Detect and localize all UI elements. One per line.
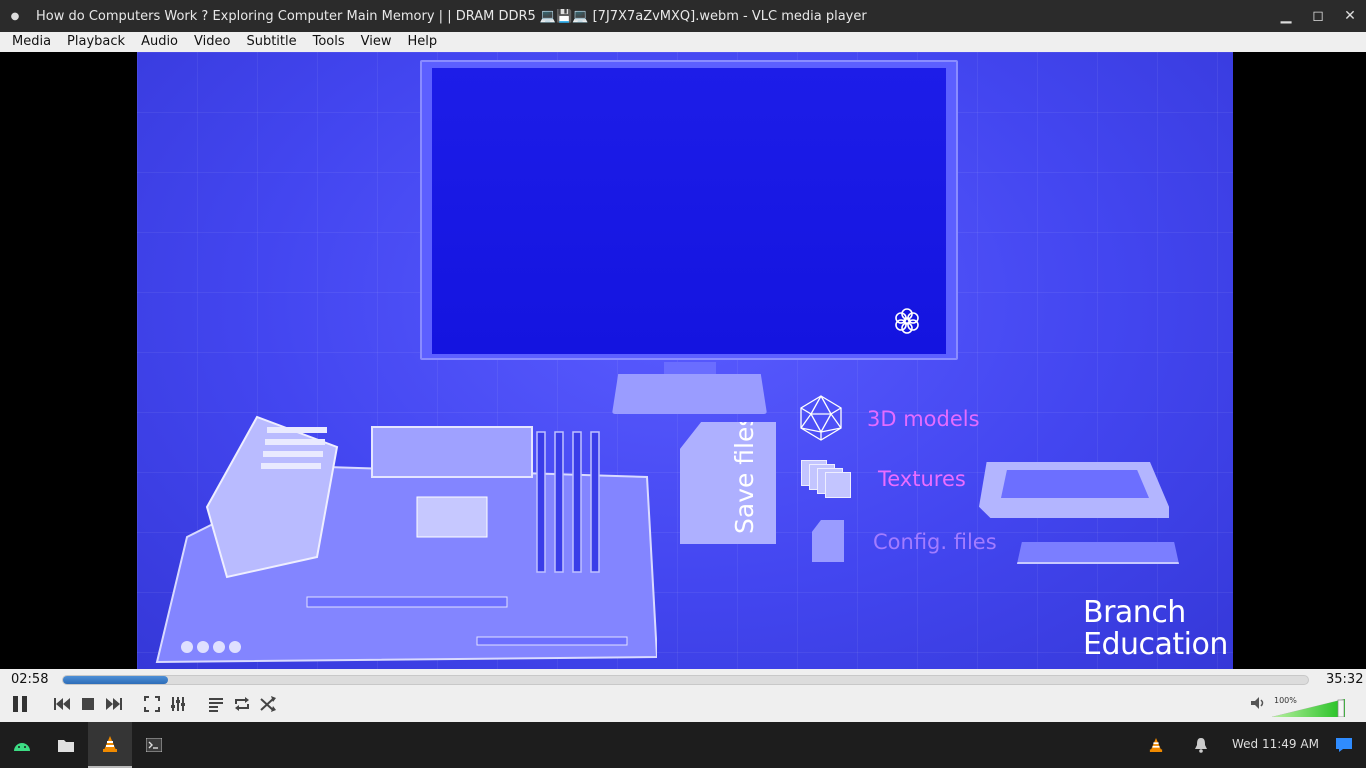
title-bar: ● How do Computers Work ? Exploring Comp… bbox=[0, 0, 1366, 32]
tray-vlc[interactable] bbox=[1134, 722, 1178, 768]
total-time: 35:32 bbox=[1326, 672, 1364, 687]
video-frame: Save files 3D models Textures Config. fi… bbox=[137, 52, 1233, 669]
menu-audio[interactable]: Audio bbox=[133, 32, 186, 52]
maximize-icon: ◻ bbox=[1312, 8, 1324, 24]
menu-playback[interactable]: Playback bbox=[59, 32, 133, 52]
nvme-illustration bbox=[1017, 542, 1179, 564]
tray-notifications[interactable] bbox=[1179, 722, 1223, 768]
branch-education-logo: Branch Education bbox=[1083, 597, 1228, 661]
playlist-button[interactable] bbox=[203, 691, 229, 717]
terminal-icon bbox=[146, 738, 162, 752]
stop-icon bbox=[82, 698, 94, 710]
logo-line-2: Education bbox=[1083, 627, 1228, 662]
taskbar-vlc-app[interactable] bbox=[88, 722, 132, 768]
playlist-icon bbox=[209, 698, 223, 712]
window-title: How do Computers Work ? Exploring Comput… bbox=[36, 8, 867, 24]
minimize-button[interactable]: ▁ bbox=[1270, 0, 1302, 32]
taskbar-terminal-app[interactable] bbox=[132, 722, 176, 768]
loop-button[interactable] bbox=[229, 691, 255, 717]
fullscreen-icon bbox=[144, 696, 160, 712]
window-dot-icon: ● bbox=[10, 10, 20, 22]
ssd-label-area bbox=[1001, 470, 1149, 498]
volume-percent: 100% bbox=[1274, 696, 1297, 705]
monitor-screen bbox=[432, 68, 946, 354]
taskbar-clock[interactable]: Wed 11:49 AM bbox=[1232, 737, 1319, 751]
menu-media[interactable]: Media bbox=[4, 32, 59, 52]
menu-view[interactable]: View bbox=[353, 32, 400, 52]
chat-icon bbox=[1336, 738, 1352, 752]
flower-icon bbox=[895, 308, 919, 334]
speaker-icon bbox=[1251, 697, 1264, 709]
minimize-icon: ▁ bbox=[1280, 8, 1292, 24]
seek-bar[interactable] bbox=[62, 675, 1309, 685]
fullscreen-button[interactable] bbox=[139, 691, 165, 717]
save-files-label: Save files bbox=[730, 413, 759, 534]
textures-icon bbox=[801, 460, 851, 500]
maximize-button[interactable]: ◻ bbox=[1302, 0, 1334, 32]
taskbar-files-app[interactable] bbox=[44, 722, 88, 768]
3d-models-label: 3D models bbox=[867, 407, 980, 431]
taskbar: Wed 11:49 AM bbox=[0, 722, 1366, 768]
player-controls: 02:58 35:32 100% bbox=[0, 669, 1366, 722]
menu-video[interactable]: Video bbox=[186, 32, 238, 52]
menu-bar: Media Playback Audio Video Subtitle Tool… bbox=[0, 32, 1366, 52]
close-button[interactable]: ✕ bbox=[1334, 0, 1366, 32]
monitor-illustration bbox=[420, 60, 958, 360]
loop-icon bbox=[235, 697, 249, 711]
vlc-cone-icon bbox=[1149, 738, 1163, 752]
texture-tile bbox=[825, 472, 851, 498]
extended-settings-button[interactable] bbox=[165, 691, 191, 717]
close-icon: ✕ bbox=[1344, 8, 1356, 24]
config-files-label: Config. files bbox=[873, 530, 997, 554]
menu-help[interactable]: Help bbox=[400, 32, 446, 52]
next-button[interactable] bbox=[101, 691, 127, 717]
menu-subtitle[interactable]: Subtitle bbox=[238, 32, 304, 52]
folder-icon bbox=[58, 740, 74, 752]
video-area[interactable]: Save files 3D models Textures Config. fi… bbox=[0, 52, 1366, 669]
logo-line-1: Branch bbox=[1083, 595, 1186, 630]
previous-icon bbox=[54, 698, 70, 710]
3d-model-icon bbox=[800, 395, 842, 441]
pause-icon bbox=[13, 696, 27, 712]
tray-show-desktop[interactable] bbox=[1322, 722, 1366, 768]
taskbar-android-app[interactable] bbox=[0, 722, 44, 768]
elapsed-time: 02:58 bbox=[11, 672, 49, 687]
bell-icon bbox=[1195, 738, 1207, 753]
shuffle-button[interactable] bbox=[255, 691, 281, 717]
equalizer-icon bbox=[171, 697, 185, 711]
seek-progress bbox=[63, 676, 168, 684]
ssd-illustration bbox=[979, 462, 1169, 518]
next-icon bbox=[106, 698, 122, 710]
mute-button[interactable] bbox=[1250, 695, 1266, 715]
config-file-icon bbox=[812, 520, 844, 562]
android-icon bbox=[14, 743, 30, 751]
stop-button[interactable] bbox=[75, 691, 101, 717]
pause-button[interactable] bbox=[5, 689, 35, 719]
vlc-cone-icon bbox=[103, 736, 117, 752]
previous-button[interactable] bbox=[49, 691, 75, 717]
save-files-icon: Save files bbox=[680, 422, 776, 544]
menu-tools[interactable]: Tools bbox=[305, 32, 353, 52]
textures-label: Textures bbox=[878, 467, 966, 491]
motherboard-illustration bbox=[155, 415, 657, 664]
shuffle-icon bbox=[260, 696, 276, 712]
